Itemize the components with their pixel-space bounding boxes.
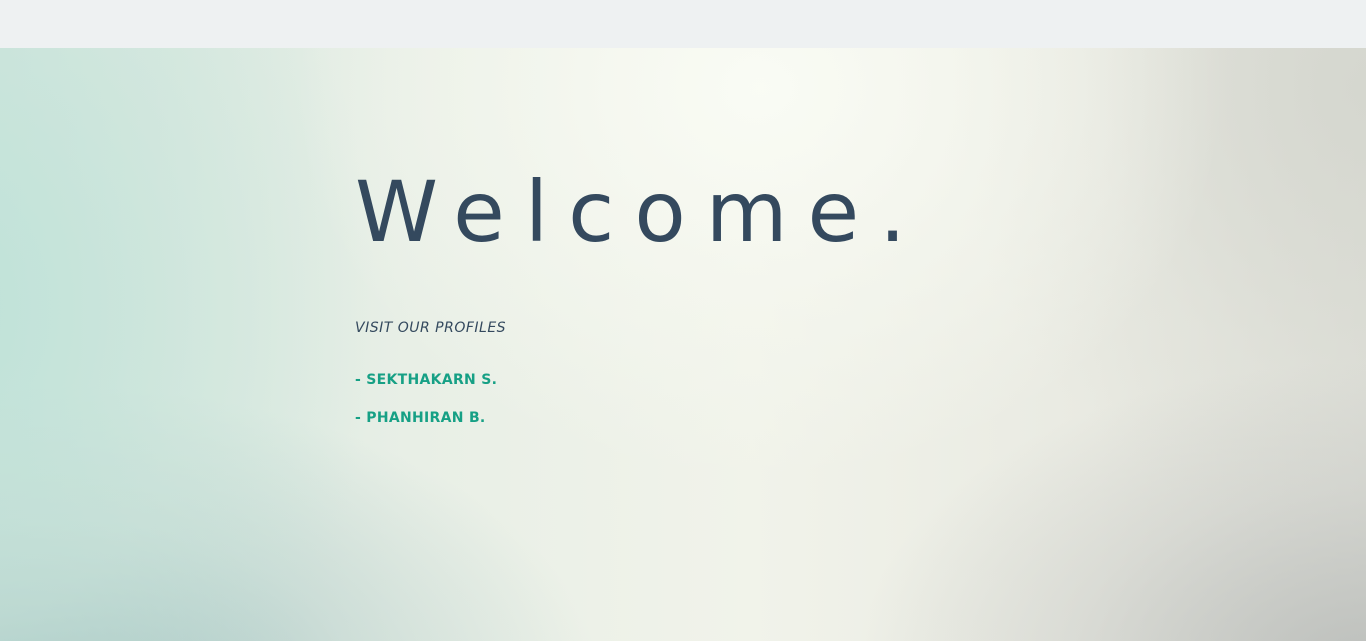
profiles-heading: VISIT OUR PROFILES [355, 320, 507, 336]
top-bar [0, 0, 1366, 48]
profile-link-sekthakarn[interactable]: - SEKTHAKARN S. [355, 372, 926, 388]
hero-section: Welcome. VISIT OUR PROFILES - SEKTHAKARN… [0, 48, 1366, 641]
hero-content: Welcome. VISIT OUR PROFILES - SEKTHAKARN… [355, 166, 926, 426]
profile-link-phanhiran[interactable]: - PHANHIRAN B. [355, 410, 926, 426]
welcome-title: Welcome. [355, 163, 926, 261]
